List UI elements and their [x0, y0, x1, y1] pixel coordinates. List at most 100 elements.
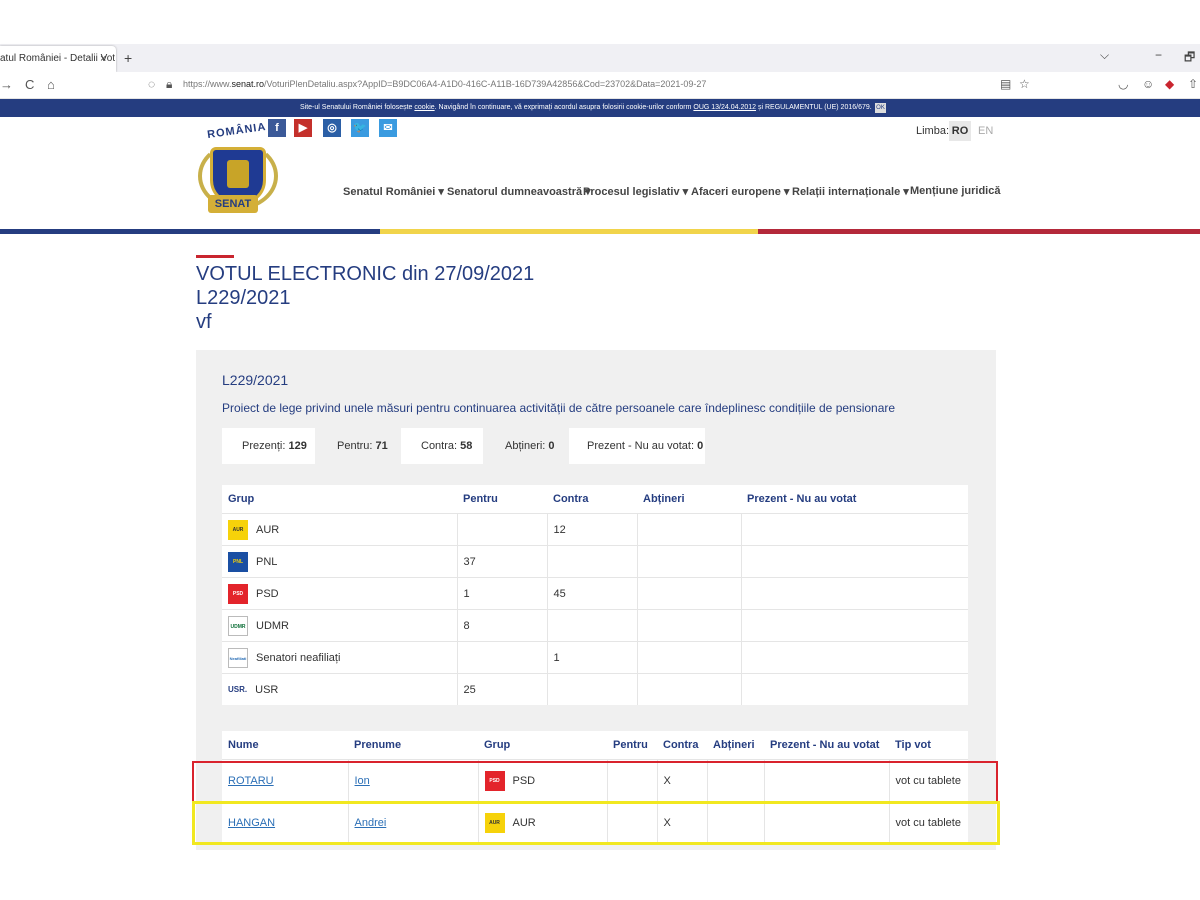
- contra-cell: [546, 673, 637, 705]
- home-icon[interactable]: ⌂: [47, 77, 55, 92]
- browser-tab[interactable]: atul României - Detalii Vot ×: [0, 46, 116, 72]
- stat-prezent-nu-au-votat: Prezent - Nu au votat: 0: [569, 428, 705, 464]
- col-grup: Grup: [478, 731, 607, 760]
- group-cell: PNL PNL: [222, 545, 457, 578]
- nav-afaceri-europene[interactable]: Afaceri europene ▾: [691, 185, 789, 198]
- cookie-banner: Site-ul Senatului României folosește coo…: [0, 99, 1200, 117]
- cookie-link[interactable]: cookie: [414, 104, 434, 111]
- prezent-cell: [740, 513, 968, 546]
- table-row: AUR AUR 12: [222, 513, 968, 546]
- language-label: Limba:: [916, 125, 950, 137]
- tricolor-blue: [0, 229, 380, 234]
- contra-cell: 1: [546, 641, 637, 674]
- table-row: USR. USR 25: [222, 673, 968, 705]
- stat-pentru: Pentru: 71: [337, 440, 388, 452]
- neafiliati-logo-icon: Neafiliati: [228, 647, 248, 668]
- nav-procesul-legislativ[interactable]: Procesul legislativ ▾: [583, 185, 688, 198]
- law-description: Proiect de lege privind unele măsuri pen…: [222, 401, 896, 415]
- prezent-cell: [740, 641, 968, 674]
- share-icon[interactable]: ⇧: [1188, 77, 1198, 91]
- abtineri-cell: [636, 577, 741, 610]
- language-ro[interactable]: RO: [949, 121, 971, 141]
- abtineri-cell: [636, 641, 741, 674]
- table-header-row: Grup Pentru Contra Abțineri Prezent - Nu…: [222, 485, 968, 514]
- usr-logo-icon: USR.: [228, 684, 248, 694]
- close-icon[interactable]: ×: [100, 46, 106, 72]
- language-en[interactable]: EN: [978, 125, 993, 137]
- nav-senatul-romaniei[interactable]: Senatul României ▾: [343, 185, 444, 198]
- contra-cell: [546, 609, 637, 642]
- logo-senat-text: SENAT: [208, 195, 258, 213]
- browser-tab-bar: [0, 44, 1200, 72]
- col-nume: Nume: [222, 731, 348, 760]
- new-tab-button[interactable]: +: [124, 46, 132, 70]
- list-tabs-icon[interactable]: ⌵: [1100, 48, 1109, 63]
- abtineri-cell: [636, 673, 741, 705]
- prezent-cell: [740, 545, 968, 578]
- highlight-box-red: [192, 761, 998, 804]
- youtube-icon[interactable]: ▶: [294, 119, 312, 137]
- psd-logo-icon: PSD: [228, 583, 248, 604]
- col-prezent: Prezent - Nu au votat: [741, 485, 968, 514]
- table-header-row: Nume Prenume Grup Pentru Contra Abțineri…: [222, 731, 968, 760]
- contra-cell: [546, 545, 637, 578]
- col-abtineri: Abțineri: [637, 485, 741, 514]
- reload-icon[interactable]: C: [25, 77, 34, 92]
- table-row: PNL PNL 37: [222, 545, 968, 578]
- pentru-cell: 37: [456, 545, 547, 578]
- prezent-cell: [740, 609, 968, 642]
- pnl-logo-icon: PNL: [228, 551, 248, 572]
- tricolor-yellow: [380, 229, 758, 234]
- table-row: PSD PSD 1 45: [222, 577, 968, 610]
- contra-cell: 45: [546, 577, 637, 610]
- cookie-text-1: Site-ul Senatului României folosește: [300, 104, 415, 111]
- abtineri-cell: [636, 545, 741, 578]
- forward-button[interactable]: →: [0, 77, 13, 92]
- bookmark-star-icon[interactable]: ☆: [1019, 77, 1030, 91]
- coat-of-arms-icon: [227, 160, 249, 188]
- cookie-ok-button[interactable]: OK: [875, 103, 886, 113]
- url-domain: senat.ro: [231, 79, 265, 89]
- cookie-text-3: și REGULAMENTUL (UE) 2016/679.: [756, 104, 872, 111]
- account-icon[interactable]: ☺: [1142, 77, 1154, 91]
- table-row: Neafiliati Senatori neafiliați 1: [222, 641, 968, 674]
- minimize-button[interactable]: −: [1155, 48, 1162, 62]
- mail-icon[interactable]: ✉: [379, 119, 397, 137]
- prezent-cell: [740, 577, 968, 610]
- law-code: L229/2021: [222, 372, 289, 388]
- oug-link[interactable]: OUG 13/24.04.2012: [693, 104, 756, 111]
- nav-senatorul-dumneavoastra[interactable]: Senatorul dumneavoastră ▾: [447, 185, 591, 198]
- cookie-text: Site-ul Senatului României folosește coo…: [300, 99, 872, 117]
- col-prenume: Prenume: [348, 731, 478, 760]
- tricolor-red: [758, 229, 1200, 234]
- col-contra: Contra: [657, 731, 707, 760]
- nav-mentiune-juridica[interactable]: Mențiune juridică: [910, 185, 1000, 197]
- group-cell: Neafiliati Senatori neafiliați: [222, 641, 457, 674]
- pentru-cell: [456, 641, 547, 674]
- pentru-cell: 8: [456, 609, 547, 642]
- url-prefix: https://www.: [183, 79, 232, 89]
- stat-contra: Contra: 58: [401, 428, 483, 464]
- prezent-cell: [740, 673, 968, 705]
- pocket-icon[interactable]: ◡: [1118, 77, 1128, 91]
- pentru-cell: [456, 513, 547, 546]
- restore-button[interactable]: 🗗: [1184, 48, 1195, 69]
- group-cell: AUR AUR: [222, 513, 457, 546]
- stat-prezenti: Prezenți: 129: [222, 428, 315, 464]
- pentru-cell: 1: [456, 577, 547, 610]
- extension-icon[interactable]: ◆: [1165, 77, 1174, 91]
- group-results-table: Grup Pentru Contra Abțineri Prezent - Nu…: [222, 485, 968, 705]
- instagram-icon[interactable]: ◎: [323, 119, 341, 137]
- abtineri-cell: [636, 513, 741, 546]
- logo-romania-text: ROMÂNIA: [206, 120, 268, 142]
- col-pentru: Pentru: [607, 731, 657, 760]
- group-name: Senatori neafiliați: [256, 651, 341, 664]
- address-bar[interactable]: https://www.senat.ro/VoturiPlenDetaliu.a…: [183, 79, 706, 89]
- url-rest: /VoturiPlenDetaliu.aspx?AppID=B9DC06A4-A…: [264, 79, 707, 89]
- twitter-icon[interactable]: 🐦: [351, 119, 369, 137]
- facebook-icon[interactable]: f: [268, 119, 286, 137]
- nav-relatii-internationale[interactable]: Relații internaționale ▾: [792, 185, 909, 198]
- reader-view-icon[interactable]: ▤: [1000, 77, 1011, 91]
- contra-cell: 12: [546, 513, 637, 546]
- lock-icon: 🔒︎: [166, 77, 173, 91]
